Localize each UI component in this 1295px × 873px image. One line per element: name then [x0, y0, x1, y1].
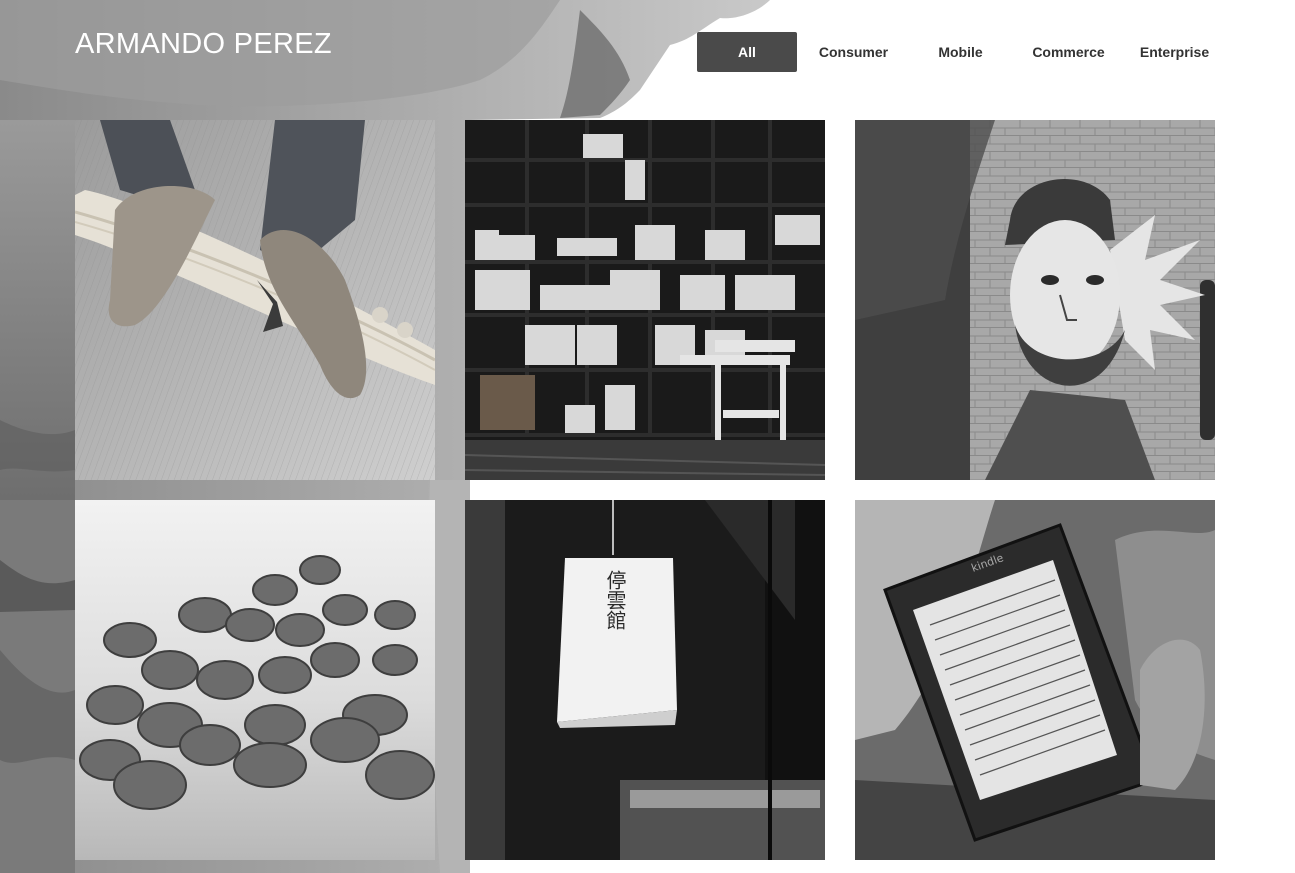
bookshelf-image [465, 120, 825, 480]
portfolio-filter-nav: All Consumer Mobile Commerce Enterprise [697, 32, 1223, 72]
gallery-item-kindle[interactable]: kindle [855, 500, 1215, 860]
gallery-item-coffee-beans[interactable] [75, 500, 435, 860]
lantern-text: 停雲館 [603, 570, 627, 630]
gallery-item-mural[interactable] [855, 120, 1215, 480]
kindle-reader-image: kindle [855, 500, 1215, 860]
filter-consumer-button[interactable]: Consumer [797, 32, 910, 72]
gallery-item-paper-lantern[interactable]: 停雲館 [465, 500, 825, 860]
paper-lantern-image: 停雲館 [465, 500, 825, 860]
portfolio-gallery: 停雲館 kindle [75, 120, 1215, 860]
brick-wall-mural-image [855, 120, 1215, 480]
filter-enterprise-button[interactable]: Enterprise [1126, 32, 1223, 72]
coffee-beans-image [75, 500, 435, 860]
filter-mobile-button[interactable]: Mobile [910, 32, 1011, 72]
skateboard-shoes-image [75, 120, 435, 480]
gallery-item-bookshelf[interactable] [465, 120, 825, 480]
gallery-item-skateboard-shoes[interactable] [75, 120, 435, 480]
filter-commerce-button[interactable]: Commerce [1011, 32, 1126, 72]
site-title[interactable]: ARMANDO PEREZ [75, 28, 332, 61]
filter-all-button[interactable]: All [697, 32, 797, 72]
